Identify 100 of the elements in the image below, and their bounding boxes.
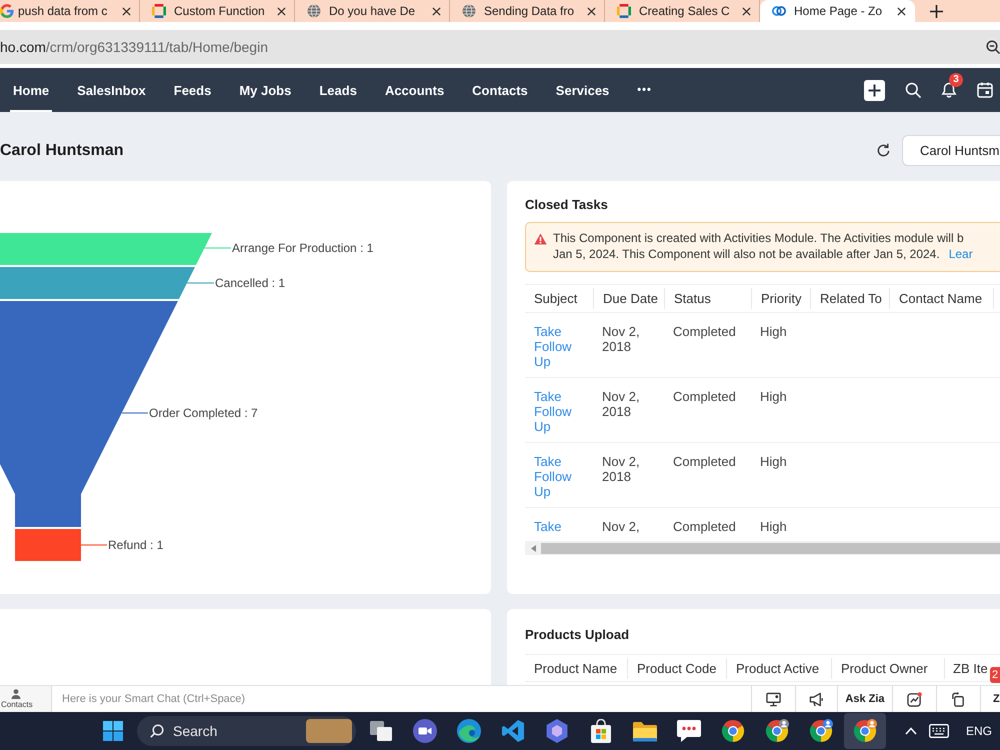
- photo-placeholder: [306, 719, 352, 743]
- more-button[interactable]: •••: [634, 68, 655, 112]
- overlapping-squares-icon[interactable]: [369, 719, 393, 743]
- toolbar-button[interactable]: [795, 685, 837, 712]
- toolbar-button[interactable]: [751, 685, 795, 712]
- browser-tab[interactable]: Home Page - Zo: [760, 0, 915, 22]
- column-header[interactable]: Due Date: [593, 288, 664, 309]
- left-arrow-icon[interactable]: [531, 544, 536, 552]
- megaphone-icon: [809, 692, 824, 706]
- table-cell-text: Completed: [672, 453, 737, 469]
- card-title: Closed Tasks: [525, 197, 609, 213]
- refresh-icon[interactable]: [876, 143, 891, 158]
- task-link[interactable]: Take Follow Up: [525, 378, 593, 434]
- column-header[interactable]: Contact Name: [889, 288, 993, 309]
- leader-line: [122, 412, 148, 414]
- notification-badge: 3: [949, 73, 963, 87]
- g-logo-icon: [0, 4, 14, 18]
- square-ring-icon: [617, 4, 631, 18]
- leader-line: [187, 282, 214, 284]
- column-header[interactable]: Product Active: [726, 658, 831, 678]
- table-cell-text: Completed: [672, 323, 737, 339]
- rotate-icon: [951, 692, 966, 706]
- video-camera-icon[interactable]: [413, 719, 437, 743]
- search-icon[interactable]: [905, 82, 921, 98]
- column-header[interactable]: Subject: [525, 288, 593, 309]
- alert-text: This Component is created with Activities Module. The Activities module will b: [553, 230, 964, 246]
- scrollbar-track[interactable]: [525, 541, 1000, 555]
- contacts-button[interactable]: Contacts: [0, 685, 52, 712]
- funnel-label: Refund : 1: [108, 538, 164, 552]
- keyboard-icon[interactable]: [929, 724, 949, 738]
- task-link[interactable]: Take Follow Up: [525, 313, 593, 369]
- column-header[interactable]: Priority: [751, 288, 810, 309]
- column-header[interactable]: Product Owner: [831, 658, 944, 678]
- address-bar[interactable]: ho.com/crm/org631339111/tab/Home/begin: [0, 30, 1000, 64]
- column-header[interactable]: Status: [664, 288, 751, 309]
- close-icon[interactable]: [277, 6, 286, 16]
- hexagon-icon[interactable]: [545, 719, 569, 743]
- user-dropdown[interactable]: Carol Huntsm: [902, 135, 1000, 166]
- chevron-up-icon[interactable]: [905, 727, 917, 735]
- table-cell-text: Nov 2,: [601, 518, 641, 534]
- active-app-button[interactable]: [844, 713, 886, 749]
- language-indicator[interactable]: ENG: [966, 724, 992, 738]
- toolbar-button[interactable]: Z: [980, 685, 1000, 712]
- bell-icon[interactable]: [941, 82, 957, 98]
- close-icon[interactable]: [897, 6, 906, 16]
- search-field[interactable]: Search: [137, 716, 356, 746]
- segmented-circle-icon[interactable]: [853, 719, 877, 743]
- shopping-bag-icon[interactable]: [589, 719, 613, 743]
- toolbar-button[interactable]: [892, 685, 936, 712]
- task-link[interactable]: Take: [525, 508, 593, 534]
- column-header[interactable]: Related To: [810, 288, 889, 309]
- segmented-circle-icon[interactable]: [809, 719, 833, 743]
- globe-icon: [462, 4, 476, 18]
- table-cell-text: Nov 2, 2018: [601, 323, 641, 354]
- task-link[interactable]: Take Follow Up: [525, 443, 593, 499]
- alert-text: Jan 5, 2024. This Component will also not be available after Jan 5, 2024.: [553, 246, 940, 262]
- angle-ribbon-icon[interactable]: [501, 719, 525, 743]
- magnifier-icon[interactable]: [986, 40, 1000, 54]
- close-icon[interactable]: [587, 6, 596, 16]
- scrollbar-thumb[interactable]: [541, 542, 1000, 554]
- funnel-label: Arrange For Production : 1: [232, 241, 374, 255]
- search-icon: [150, 724, 164, 738]
- leader-line: [81, 544, 107, 546]
- nav-tab[interactable]: My Jobs: [236, 68, 294, 112]
- square-ring-icon: [152, 4, 166, 18]
- table-cell-text: Nov 2, 2018: [601, 453, 641, 484]
- funnel-label: Order Completed : 7: [149, 406, 258, 420]
- swirl-icon[interactable]: [457, 719, 481, 743]
- ask-zia-button[interactable]: Ask Zia: [837, 685, 892, 712]
- nav-tab[interactable]: Leads: [316, 68, 360, 112]
- plus-icon[interactable]: [864, 80, 885, 100]
- segmented-circle-icon[interactable]: [721, 719, 745, 743]
- nav-tab[interactable]: Accounts: [382, 68, 448, 112]
- warning-icon: [534, 233, 547, 245]
- windows-logo-icon[interactable]: [103, 721, 123, 741]
- table-cell-text: Completed: [672, 518, 737, 534]
- nav-tab[interactable]: SalesInbox: [74, 68, 149, 112]
- segmented-circle-icon[interactable]: [765, 719, 789, 743]
- funnel-label: Cancelled : 1: [215, 276, 286, 290]
- calendar-icon[interactable]: [977, 82, 993, 98]
- page-title: Carol Huntsman: [0, 142, 124, 160]
- table-cell-text: High: [759, 323, 788, 339]
- smart-chat-field[interactable]: Here is your Smart Chat (Ctrl+Space): [52, 685, 751, 712]
- folder-icon[interactable]: [633, 719, 657, 743]
- close-icon[interactable]: [122, 6, 131, 16]
- close-icon[interactable]: [742, 6, 751, 16]
- column-header[interactable]: ZB Ite: [944, 658, 988, 678]
- table-cell-text: Completed: [672, 388, 737, 404]
- table-cell-text: High: [759, 388, 788, 404]
- linked-rings-icon: [772, 4, 786, 18]
- column-header[interactable]: Product Code: [627, 658, 726, 678]
- plus-icon[interactable]: [930, 4, 943, 18]
- close-icon[interactable]: [432, 6, 441, 16]
- table-cell-text: High: [759, 453, 788, 469]
- nav-tab[interactable]: Services: [552, 68, 612, 112]
- chat-bubble-icon[interactable]: [677, 719, 701, 743]
- toolbar-button[interactable]: [936, 685, 980, 712]
- nav-tab[interactable]: Feeds: [170, 68, 214, 112]
- nav-tab[interactable]: Contacts: [469, 68, 531, 112]
- column-header[interactable]: Product Name: [525, 658, 627, 678]
